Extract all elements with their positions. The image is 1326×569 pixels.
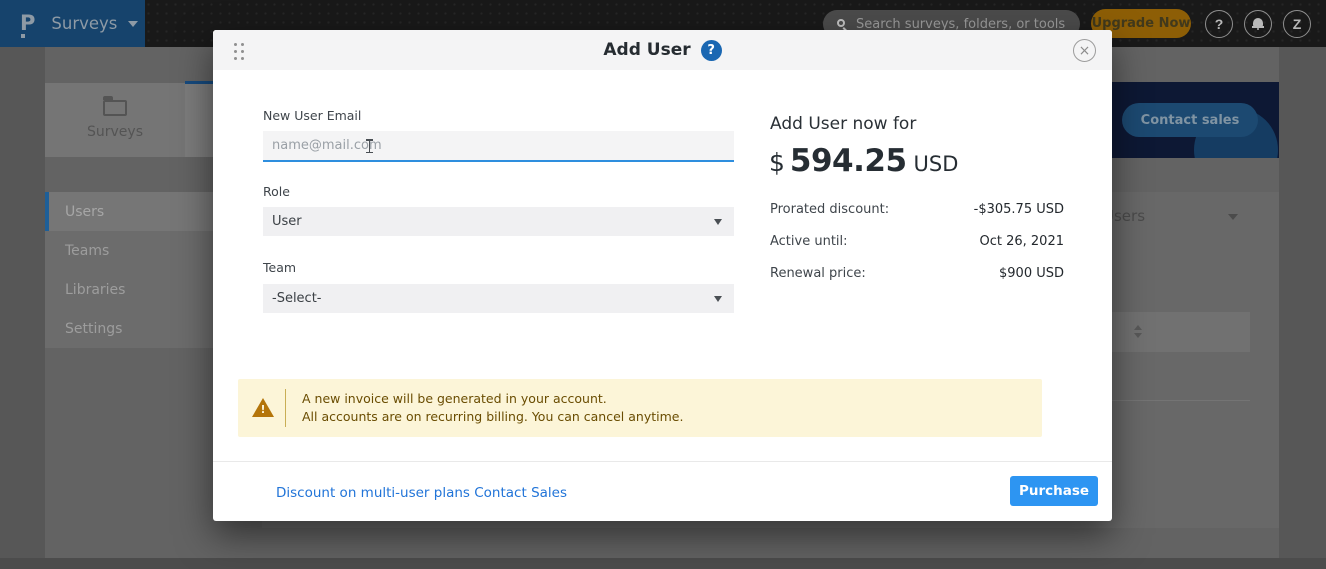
warning-icon: ! xyxy=(252,398,274,417)
bell-icon xyxy=(1252,18,1264,30)
page-footer-strip xyxy=(0,558,1326,569)
role-label: Role xyxy=(263,184,290,199)
team-label: Team xyxy=(263,260,296,275)
amount-value: 594.25 xyxy=(790,143,907,179)
dialog-title: Add User xyxy=(603,40,690,60)
contact-sales-button[interactable]: Contact sales xyxy=(1122,103,1258,137)
warning-line-2: All accounts are on recurring billing. Y… xyxy=(302,408,683,426)
drag-handle-icon[interactable] xyxy=(234,43,244,60)
brand-product-switcher[interactable]: P Surveys xyxy=(0,0,145,47)
currency-unit: USD xyxy=(914,152,959,176)
chevron-down-icon xyxy=(128,21,138,27)
warning-message: A new invoice will be generated in your … xyxy=(302,390,683,425)
price-heading: Add User now for xyxy=(770,114,916,134)
active-until-row: Active until: Oct 26, 2021 xyxy=(770,234,1064,249)
role-value: User xyxy=(272,214,302,229)
product-name: Surveys xyxy=(51,14,117,33)
team-value: -Select- xyxy=(272,291,322,306)
add-user-dialog: Add User ? × New User Email Role User Te… xyxy=(213,30,1112,521)
new-user-email-input[interactable] xyxy=(263,131,734,162)
price-amount: $ 594.25 USD xyxy=(769,143,958,179)
prorated-discount-row: Prorated discount: -$305.75 USD xyxy=(770,202,1064,217)
invoice-warning-banner: ! A new invoice will be generated in you… xyxy=(238,379,1042,437)
help-button[interactable]: ? xyxy=(1205,10,1233,38)
folder-icon xyxy=(103,100,127,116)
chevron-down-icon xyxy=(714,296,722,302)
tab-active-partial[interactable] xyxy=(185,81,213,157)
warning-divider xyxy=(285,389,286,427)
search-icon xyxy=(837,19,848,30)
email-label: New User Email xyxy=(263,108,361,123)
currency-symbol: $ xyxy=(769,148,785,177)
dialog-footer: Discount on multi-user plans Contact Sal… xyxy=(213,461,1112,521)
brand-logo-icon: P xyxy=(20,13,35,34)
contact-sales-link[interactable]: Discount on multi-user plans Contact Sal… xyxy=(276,485,567,501)
user-avatar[interactable]: Z xyxy=(1283,10,1311,38)
notifications-button[interactable] xyxy=(1244,10,1272,38)
sort-icon[interactable] xyxy=(1134,325,1143,338)
tab-surveys[interactable]: Surveys xyxy=(45,83,185,157)
text-cursor-icon xyxy=(366,139,373,153)
warning-line-1: A new invoice will be generated in your … xyxy=(302,390,683,408)
app-screen: P Surveys Search surveys, folders, or to… xyxy=(0,0,1326,569)
chevron-down-icon[interactable] xyxy=(1228,214,1238,220)
dialog-help-button[interactable]: ? xyxy=(701,40,722,61)
chevron-down-icon xyxy=(714,219,722,225)
close-icon[interactable]: × xyxy=(1073,39,1096,62)
role-select[interactable]: User xyxy=(263,207,734,236)
team-select[interactable]: -Select- xyxy=(263,284,734,313)
email-field-wrap xyxy=(263,131,734,162)
dialog-header: Add User ? × xyxy=(213,30,1112,70)
purchase-button[interactable]: Purchase xyxy=(1010,476,1098,506)
renewal-price-row: Renewal price: $900 USD xyxy=(770,266,1064,281)
